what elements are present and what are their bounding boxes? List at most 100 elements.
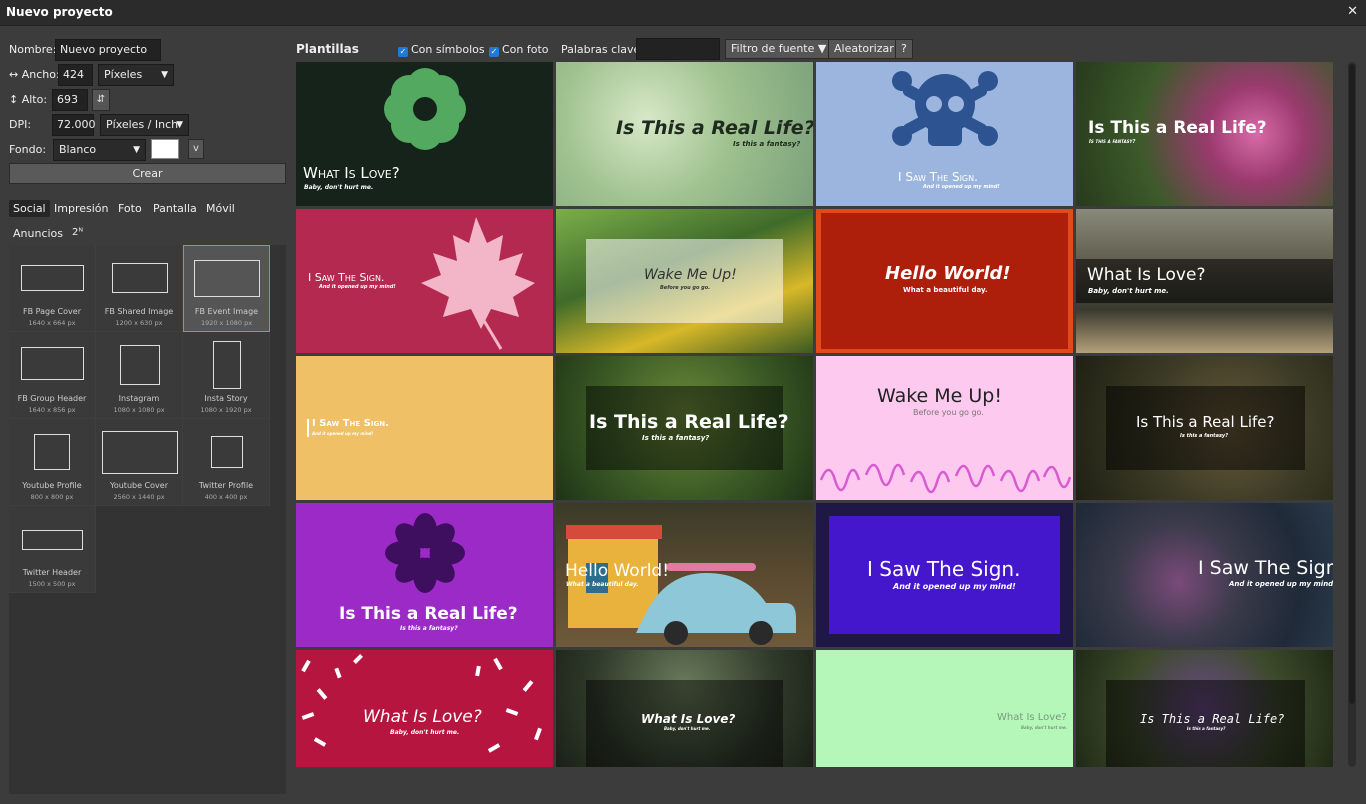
- dpi-unit-value: Píxeles / Inch: [106, 118, 179, 131]
- template-tile[interactable]: Is This a Real Life? Is this a fantasy?: [556, 356, 813, 500]
- background-value: Blanco: [59, 143, 97, 156]
- template-tile[interactable]: What Is Love? Baby, don't hurt me.: [1076, 209, 1333, 353]
- preset-name: Twitter Profile: [198, 481, 254, 490]
- template-tile[interactable]: Wake Me Up! Before you go go.: [556, 209, 813, 353]
- template-subtitle: And it opened up my mind!: [1229, 580, 1333, 588]
- template-tile[interactable]: What Is Love? Baby, don't hurt me.: [296, 62, 553, 206]
- template-tile[interactable]: Hello World! What a beautiful day.: [816, 209, 1073, 353]
- preset-shape: [22, 530, 83, 550]
- preset-size: 1200 x 630 px: [115, 319, 163, 327]
- template-tile[interactable]: I Saw The Sign. And it opened up my mind…: [1076, 503, 1333, 647]
- preset-fb-shared-image[interactable]: FB Shared Image 1200 x 630 px: [96, 245, 183, 332]
- with-photo-label: Con foto: [502, 43, 549, 56]
- preset-twitter-header[interactable]: Twitter Header 1500 x 500 px: [9, 506, 96, 593]
- preset-shape: [213, 341, 241, 389]
- template-title: Is This a Real Life?: [589, 411, 789, 433]
- swap-dimensions-button[interactable]: ⇵: [92, 89, 110, 111]
- template-tile[interactable]: Is This a Real Life? Is this a fantasy?: [1076, 62, 1333, 206]
- with-photo-checkbox[interactable]: ✓ Con foto: [489, 43, 549, 57]
- create-button[interactable]: Crear: [9, 163, 286, 184]
- height-input[interactable]: 693: [52, 89, 88, 111]
- template-title: Is This a Real Life?: [1136, 413, 1275, 431]
- preset-grid: FB Page Cover 1640 x 664 px FB Shared Im…: [9, 245, 286, 794]
- checkmark-icon: ✓: [489, 47, 499, 57]
- tab-power-of-two[interactable]: 2ᴺ: [68, 225, 87, 240]
- preset-shape: [211, 436, 243, 468]
- preset-fb-page-cover[interactable]: FB Page Cover 1640 x 664 px: [9, 245, 96, 332]
- background-color-swatch[interactable]: [151, 139, 179, 159]
- randomize-button[interactable]: Aleatorizar: [828, 39, 900, 59]
- unit-select[interactable]: Píxeles ▼: [98, 64, 174, 86]
- template-subtitle: What a beautiful day.: [903, 286, 988, 294]
- flower-icon: [384, 68, 466, 150]
- chevron-down-icon: ▼: [133, 145, 140, 155]
- template-title: Wake Me Up!: [644, 267, 737, 283]
- width-input[interactable]: 424: [58, 64, 93, 86]
- background-select[interactable]: Blanco ▼: [53, 139, 146, 161]
- template-tile[interactable]: Is This a Real Life? Is this a fantasy?: [296, 503, 553, 647]
- close-icon[interactable]: ✕: [1347, 4, 1358, 19]
- chevron-down-icon: ▼: [161, 70, 168, 80]
- template-subtitle: Baby, don't hurt me.: [664, 726, 711, 731]
- template-tile[interactable]: I Saw The Sign. And it opened up my mind…: [816, 62, 1073, 206]
- template-title: Hello World!: [885, 263, 1011, 284]
- preset-size: 1080 x 1080 px: [113, 406, 165, 414]
- color-dropdown-button[interactable]: v: [188, 139, 204, 159]
- template-subtitle: Baby, don't hurt me.: [304, 184, 374, 191]
- background-label: Fondo:: [9, 143, 47, 156]
- preset-name: Youtube Profile: [22, 481, 82, 490]
- template-tile[interactable]: Is This a Real Life? Is this a fantasy?: [1076, 650, 1333, 767]
- templates-scrollbar-thumb[interactable]: [1349, 64, 1355, 704]
- preset-instagram[interactable]: Instagram 1080 x 1080 px: [96, 332, 183, 419]
- tab-anuncios[interactable]: Anuncios: [9, 225, 67, 242]
- preset-twitter-profile[interactable]: Twitter Profile 400 x 400 px: [183, 419, 270, 506]
- template-subtitle: Before you go go.: [660, 285, 711, 291]
- template-title: Hello World!: [565, 561, 670, 581]
- template-subtitle: And it opened up my mind!: [319, 284, 396, 290]
- tab-pantalla[interactable]: Pantalla: [149, 200, 201, 217]
- tab-foto[interactable]: Foto: [114, 200, 146, 217]
- help-button[interactable]: ?: [895, 39, 913, 59]
- preset-insta-story[interactable]: Insta Story 1080 x 1920 px: [183, 332, 270, 419]
- templates-title: Plantillas: [296, 42, 359, 56]
- template-tile[interactable]: Hello World! What a beautiful day.: [556, 503, 813, 647]
- with-symbols-checkbox[interactable]: ✓ Con símbolos: [398, 43, 485, 57]
- template-tile[interactable]: Wake Me Up! Before you go go.: [816, 356, 1073, 500]
- template-tile[interactable]: What Is Love? Baby, don't hurt me.: [296, 650, 553, 767]
- preset-youtube-profile[interactable]: Youtube Profile 800 x 800 px: [9, 419, 96, 506]
- template-tile[interactable]: Is This a Real Life? Is this a fantasy?: [556, 62, 813, 206]
- preset-youtube-cover[interactable]: Youtube Cover 2560 x 1440 px: [96, 419, 183, 506]
- window-title: Nuevo proyecto: [6, 5, 113, 19]
- template-title: I Saw The Sign.: [1198, 557, 1333, 579]
- template-tile[interactable]: I Saw The Sign. And it opened up my mind…: [296, 356, 553, 500]
- dpi-input[interactable]: 72.000: [52, 114, 96, 136]
- template-subtitle: Is this a fantasy?: [1089, 139, 1136, 145]
- template-tile[interactable]: Is This a Real Life? Is this a fantasy?: [1076, 356, 1333, 500]
- template-subtitle: Is this a fantasy?: [733, 140, 801, 148]
- template-tile[interactable]: What Is Love? Baby, don't hurt me.: [556, 650, 813, 767]
- preset-fb-event-image[interactable]: FB Event Image 1920 x 1080 px: [183, 245, 270, 332]
- template-subtitle: Baby, don't hurt me.: [1021, 725, 1068, 730]
- chevron-down-icon: ▼: [176, 120, 183, 130]
- template-tile[interactable]: What Is Love? Baby, don't hurt me.: [816, 650, 1073, 767]
- dpi-unit-select[interactable]: Píxeles / Inch ▼: [100, 114, 189, 136]
- preset-shape: [120, 345, 160, 385]
- template-tile[interactable]: I Saw The Sign. And it opened up my mind…: [296, 209, 553, 353]
- template-tile[interactable]: I Saw The Sign. And it opened up my mind…: [816, 503, 1073, 647]
- font-filter-button[interactable]: Filtro de fuente ▼: [725, 39, 833, 59]
- tab-impresion[interactable]: Impresión: [50, 200, 112, 217]
- template-subtitle: Is this a fantasy?: [642, 434, 710, 442]
- preset-name: FB Shared Image: [104, 307, 174, 316]
- keywords-input[interactable]: [636, 38, 720, 60]
- template-title: What Is Love?: [641, 712, 736, 726]
- tab-social[interactable]: Social: [9, 200, 50, 217]
- template-subtitle: And it opened up my mind!: [923, 184, 1000, 190]
- name-input[interactable]: Nuevo proyecto: [55, 39, 161, 61]
- template-title: I Saw The Sign.: [308, 271, 385, 284]
- template-subtitle: Is this a fantasy?: [1187, 726, 1226, 731]
- preset-fb-group-header[interactable]: FB Group Header 1640 x 856 px: [9, 332, 96, 419]
- template-title: Wake Me Up!: [877, 385, 1002, 407]
- height-label: ↕ Alto:: [9, 93, 48, 106]
- tab-movil[interactable]: Móvil: [202, 200, 239, 217]
- flower-icon: [385, 513, 465, 593]
